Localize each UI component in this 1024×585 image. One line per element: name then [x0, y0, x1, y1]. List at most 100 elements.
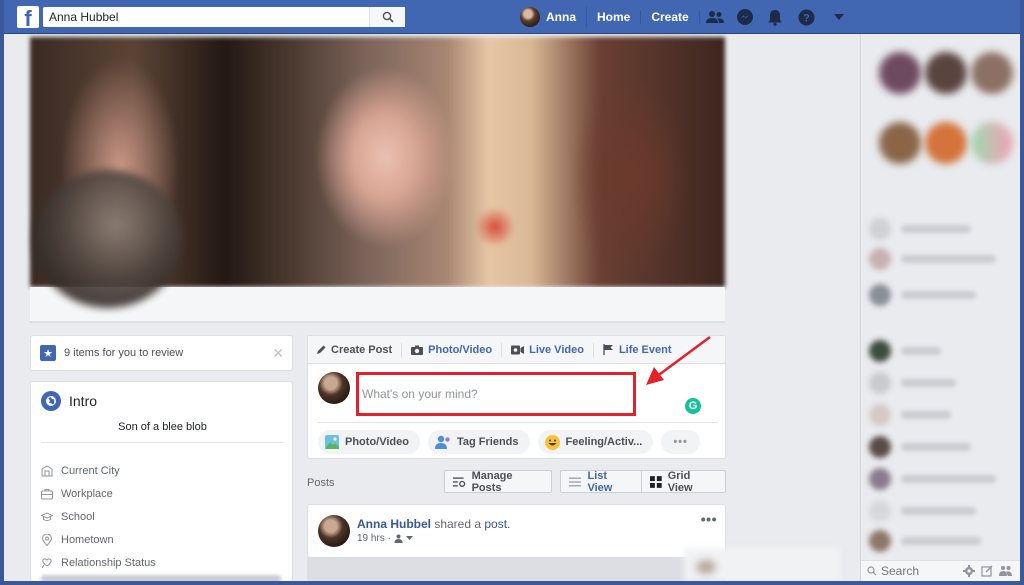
tab-label: Create Post [331, 343, 393, 356]
location-pin-icon [41, 533, 53, 546]
notifications-button[interactable] [760, 0, 790, 34]
contact-item[interactable] [869, 340, 1009, 362]
grammarly-icon[interactable]: G [685, 398, 701, 414]
intro-bio: Son of a blee blob [118, 421, 207, 433]
contact-item[interactable] [869, 218, 1009, 240]
tab-label: Live Video [529, 343, 584, 356]
search-input[interactable] [43, 7, 369, 27]
composer-avatar [318, 372, 350, 404]
intro-item-relationship-status[interactable]: Relationship Status [41, 551, 156, 574]
intro-item-school[interactable]: School [41, 505, 156, 528]
intro-item-label: Current City [61, 464, 120, 477]
briefcase-icon [41, 488, 53, 499]
chat-sidebar [860, 34, 1020, 581]
intro-title: Intro [69, 393, 98, 409]
contact-item[interactable] [869, 530, 1009, 552]
post-options-button[interactable]: ••• [701, 511, 717, 527]
chat-search-input[interactable] [881, 564, 951, 578]
review-items-card[interactable]: ★ 9 items for you to review ✕ [30, 335, 293, 371]
story-avatar[interactable] [925, 52, 967, 94]
photo-video-button[interactable]: Photo/Video [318, 430, 420, 454]
facebook-logo-icon[interactable]: f [17, 6, 39, 28]
chat-search-icon [867, 566, 877, 576]
post-link[interactable]: post. [484, 517, 510, 531]
photo-icon [325, 435, 339, 449]
top-navigation-bar: f Anna Home Create ? [4, 0, 1020, 34]
contact-item[interactable] [869, 436, 1009, 458]
help-icon: ? [798, 9, 815, 25]
home-icon [41, 464, 53, 476]
flag-icon [603, 344, 613, 355]
more-options-button[interactable]: ••• [661, 430, 700, 454]
audience-caret-icon[interactable] [405, 536, 413, 541]
intro-card: Intro Son of a blee blob Current City Wo… [30, 381, 293, 581]
tab-create-post[interactable]: Create Post [316, 342, 403, 357]
nav-create-link[interactable]: Create [641, 10, 700, 24]
intro-blurred-row [41, 575, 281, 581]
story-avatar[interactable] [925, 122, 967, 164]
intro-details-list: Current City Workplace School Hometown R… [41, 459, 156, 574]
profile-picture[interactable] [34, 170, 182, 308]
story-avatar[interactable] [971, 122, 1013, 164]
tag-friends-button[interactable]: Tag Friends [427, 430, 530, 454]
composer-actions: Photo/Video Tag Friends Feeling/Activ...… [318, 430, 700, 454]
contact-item[interactable] [869, 404, 1009, 426]
globe-icon [41, 391, 61, 411]
intro-item-workplace[interactable]: Workplace [41, 482, 156, 505]
action-label: Photo/Video [345, 436, 409, 448]
account-menu-caret-icon [833, 14, 844, 20]
intro-item-current-city[interactable]: Current City [41, 459, 156, 482]
story-avatar[interactable] [879, 122, 921, 164]
account-menu-button[interactable] [824, 0, 854, 34]
tab-label: Photo/Video [428, 343, 493, 356]
contact-item[interactable] [869, 500, 1009, 522]
story-avatar[interactable] [879, 52, 921, 94]
tab-live-video[interactable]: Live Video [511, 342, 594, 357]
manage-posts-button[interactable]: Manage Posts [444, 469, 552, 494]
contact-item[interactable] [869, 284, 1009, 306]
nav-profile-link[interactable]: Anna [520, 7, 587, 27]
audience-friends-icon[interactable] [394, 534, 403, 543]
help-button[interactable]: ? [790, 0, 824, 34]
manage-posts-icon [453, 477, 466, 487]
contact-item[interactable] [869, 468, 1009, 490]
blurred-chat-avatar [696, 560, 716, 574]
status-input[interactable] [356, 372, 636, 416]
new-message-icon[interactable] [981, 565, 993, 577]
post-action-text: shared a [431, 517, 485, 531]
manage-posts-label: Manage Posts [471, 469, 513, 494]
settings-gear-icon[interactable] [963, 565, 975, 577]
friend-requests-button[interactable] [700, 0, 730, 34]
close-icon[interactable]: ✕ [272, 345, 284, 362]
contact-item[interactable] [869, 248, 1009, 270]
post-meta: 19 hrs · [357, 533, 413, 544]
grid-view-button[interactable]: Grid View [641, 470, 726, 494]
create-group-icon[interactable] [999, 565, 1012, 577]
intro-item-label: Relationship Status [61, 556, 156, 569]
composer-tabs: Create Post Photo/Video Live Video Life … [308, 336, 725, 364]
list-view-label: List View [587, 469, 613, 494]
feeling-activity-button[interactable]: Feeling/Activ... [537, 430, 654, 454]
list-icon [569, 477, 582, 486]
heart-icon [41, 557, 52, 568]
tab-life-event[interactable]: Life Event [603, 343, 681, 357]
intro-item-hometown[interactable]: Hometown [41, 528, 156, 551]
grid-icon [650, 475, 662, 488]
contact-item[interactable] [869, 372, 1009, 394]
intro-item-label: Workplace [61, 487, 113, 500]
tab-photo-video[interactable]: Photo/Video [411, 342, 503, 357]
search-button[interactable] [369, 7, 405, 27]
posts-section-label: Posts [307, 477, 335, 489]
smiley-icon [544, 434, 560, 450]
post-author-avatar[interactable] [318, 515, 350, 547]
nav-home-link[interactable]: Home [587, 10, 642, 24]
messenger-button[interactable] [730, 0, 760, 34]
camera-icon [411, 345, 424, 355]
browser-frame: f Anna Home Create ? [4, 0, 1020, 581]
list-view-button[interactable]: List View [560, 469, 642, 494]
svg-text:?: ? [803, 12, 810, 24]
post-author-link[interactable]: Anna Hubbel [357, 517, 431, 531]
video-camera-icon [511, 345, 525, 354]
post-timestamp[interactable]: 19 hrs · [357, 533, 391, 544]
story-avatar[interactable] [971, 52, 1013, 94]
